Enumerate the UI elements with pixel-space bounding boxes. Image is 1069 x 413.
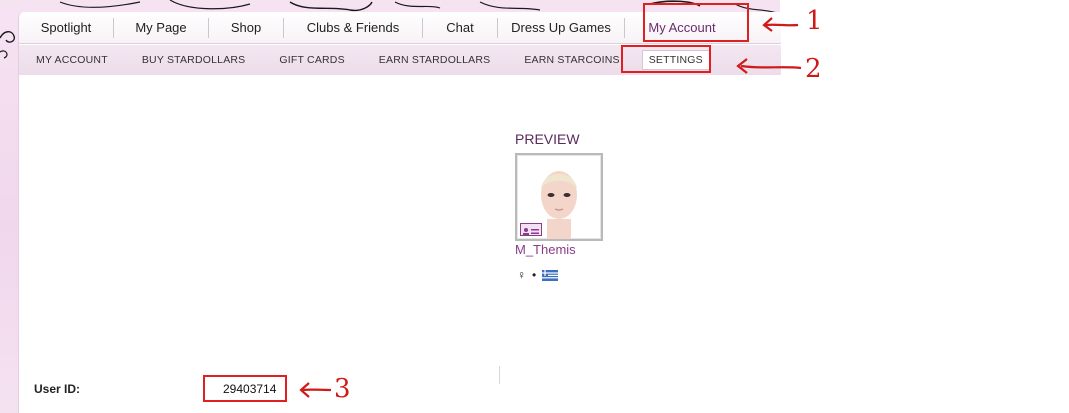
nav-my-page[interactable]: My Page <box>114 12 208 44</box>
subnav-buy-stardollars[interactable]: BUY STARDOLLARS <box>142 54 246 66</box>
nav-dress-up-games[interactable]: Dress Up Games <box>498 12 624 44</box>
annotation-arrow-icon <box>299 382 332 398</box>
username-link[interactable]: M_Themis <box>515 242 576 257</box>
nav-shop[interactable]: Shop <box>209 12 283 44</box>
profile-meta-row: ♀ • <box>517 268 559 282</box>
id-card-icon <box>520 223 542 236</box>
nav-spotlight[interactable]: Spotlight <box>19 12 113 44</box>
subnav-earn-stardollars[interactable]: EARN STARDOLLARS <box>379 54 491 66</box>
annotation-box-settings <box>621 45 711 73</box>
annotation-number-3: 3 <box>334 374 351 404</box>
annotation-arrow-icon <box>762 17 799 32</box>
nav-clubs-friends[interactable]: Clubs & Friends <box>284 12 422 44</box>
subnav-my-account[interactable]: MY ACCOUNT <box>36 54 108 66</box>
preview-heading: PREVIEW <box>515 131 580 147</box>
nav-chat[interactable]: Chat <box>423 12 497 44</box>
meta-separator: • <box>532 268 537 282</box>
greece-flag-icon <box>542 269 559 281</box>
annotation-arrow-icon <box>736 58 802 74</box>
subnav-earn-starcoins[interactable]: EARN STARCOINS <box>524 54 619 66</box>
annotation-number-1: 1 <box>806 6 823 36</box>
gender-female-icon: ♀ <box>517 268 526 282</box>
annotation-number-2: 2 <box>805 54 822 84</box>
column-divider <box>499 366 500 384</box>
annotation-box-user-id <box>203 375 287 402</box>
annotation-box-my-account <box>643 3 749 42</box>
avatar[interactable] <box>515 153 603 241</box>
user-id-label: User ID: <box>34 382 81 396</box>
subnav-gift-cards[interactable]: GIFT CARDS <box>279 54 344 66</box>
